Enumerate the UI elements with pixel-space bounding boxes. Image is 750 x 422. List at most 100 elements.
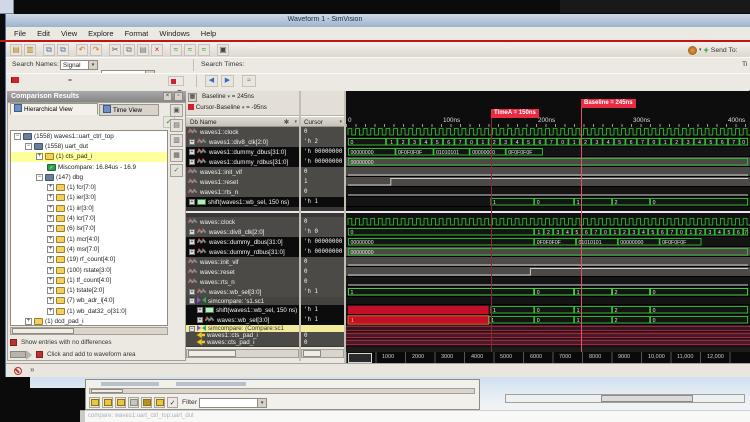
expand-icon[interactable]: +	[189, 289, 195, 295]
add-icon[interactable]: +	[704, 45, 709, 55]
comparison-panel-title[interactable]: Comparison Results	[7, 91, 186, 102]
wave-row-none[interactable]	[346, 297, 750, 305]
tree-item[interactable]: +(4) msr[7:0]	[11, 244, 167, 254]
palette-tool-icon[interactable]	[115, 397, 126, 408]
menu-file[interactable]: File	[14, 29, 26, 38]
signal-group-row[interactable]: −simcompare: (Compare:sc1	[186, 325, 299, 332]
palette-tool-icon[interactable]	[102, 397, 113, 408]
palette-tool-icon[interactable]	[141, 397, 152, 408]
undo-icon[interactable]: ↶	[76, 44, 88, 56]
signal-name-row[interactable]: +shift(waves1::wb_sel, 150 ns)	[186, 305, 299, 315]
tree-item[interactable]: +(1) mcr[4:0]	[11, 234, 167, 244]
db-name-column-header[interactable]: Db Name ✱ ▾	[186, 116, 299, 127]
add-bus-icon[interactable]: ≈	[184, 44, 196, 56]
names-hscrollbar[interactable]	[186, 349, 299, 358]
tree-item[interactable]: ✓Miscompare: 16.84us - 16.9	[11, 162, 167, 172]
chevron-down-icon[interactable]: ▾	[339, 117, 342, 127]
add-signal-icon[interactable]: ≈	[170, 44, 182, 56]
signal-group-row[interactable]: −simcompare: 's1.sc1	[186, 297, 299, 305]
expand-icon[interactable]: −	[189, 298, 195, 304]
signal-name-row[interactable]: waves1::reset	[186, 177, 299, 187]
palette-tool-icon[interactable]	[89, 397, 100, 408]
signal-name-row[interactable]: +waves::wb_sel[3:0]	[186, 287, 299, 297]
filter-input[interactable]: ▾	[199, 398, 267, 408]
palette-hscrollbar[interactable]	[89, 388, 475, 394]
cut-icon[interactable]: ✂	[109, 44, 121, 56]
tree-item[interactable]: +(1) tf_count[4:0]	[11, 275, 167, 285]
panel-tool-icon[interactable]: ▤	[170, 119, 183, 132]
detach-icon[interactable]: ▫	[174, 92, 183, 101]
tree-expand-icon[interactable]: +	[47, 194, 54, 201]
tree-item[interactable]: −(1558) uart_dut	[11, 141, 167, 151]
chevron-down-icon[interactable]: ▾	[294, 117, 297, 127]
panel-tool-icon[interactable]: ✓	[170, 164, 183, 177]
baseline-cursor-line[interactable]	[581, 108, 582, 352]
signal-name-row[interactable]: +waves1::dummy_rdbus[31:0]	[186, 157, 299, 167]
copy-group-icon[interactable]: ⧉	[43, 44, 55, 56]
wave-row-level[interactable]	[346, 267, 750, 277]
chevron-down-icon[interactable]: ▾	[88, 61, 97, 69]
menu-windows[interactable]: Windows	[159, 29, 189, 38]
timea-marker-flag[interactable]: TimeA = 150ns	[491, 109, 539, 118]
tree-expand-icon[interactable]: +	[36, 153, 43, 160]
signal-name-row[interactable]: waves1::rts_n	[186, 187, 299, 197]
tree-expand-icon[interactable]: −	[25, 143, 32, 150]
signal-name-row[interactable]: +waves::dummy_rdbus[31:0]	[186, 247, 299, 257]
wave-row-cmp[interactable]: 110120	[346, 315, 750, 325]
tree-item[interactable]: +(19) rf_count[4:0]	[11, 255, 167, 265]
wave-row-level[interactable]	[346, 277, 750, 287]
tree-item[interactable]: +(4) lcr[7:0]	[11, 213, 167, 223]
tree-item[interactable]: +(1) ier[3:0]	[11, 193, 167, 203]
paste-icon[interactable]: ▤	[137, 44, 149, 56]
add-group-icon[interactable]: ≈	[198, 44, 210, 56]
menu-edit[interactable]: Edit	[37, 29, 50, 38]
signal-name-row[interactable]: waves::clock	[186, 217, 299, 227]
wave-row-level[interactable]	[346, 187, 750, 197]
tree-expand-icon[interactable]: +	[47, 225, 54, 232]
timea-cursor-line[interactable]	[491, 118, 492, 352]
save-icon[interactable]: ▥	[24, 44, 36, 56]
signal-name-row[interactable]: +waves::div8_clk[2:0]	[186, 227, 299, 237]
overview-time-axis[interactable]: 10002000300040005000600070008000900010,0…	[346, 352, 750, 363]
wave-row-bus[interactable]: 00000000	[346, 247, 750, 257]
tree-expand-icon[interactable]: +	[47, 184, 54, 191]
expand-icon[interactable]: +	[189, 239, 195, 245]
signal-name-row[interactable]: +waves1::dummy_dbus[31:0]	[186, 147, 299, 157]
tree-item[interactable]: +(1) iir[3:0]	[11, 203, 167, 213]
tree-expand-icon[interactable]: +	[47, 236, 54, 243]
tree-expand-icon[interactable]: +	[47, 215, 54, 222]
palette-filter-check-icon[interactable]: ✓	[167, 397, 178, 408]
tree-expand-icon[interactable]: +	[47, 267, 54, 274]
expand-icon[interactable]: +	[189, 229, 195, 235]
tree-item[interactable]: +(1) fcr[7:0]	[11, 182, 167, 192]
names-tool-icon[interactable]: ▦	[188, 93, 197, 102]
tab-hierarchical-view[interactable]: Hierarchical View	[10, 103, 98, 115]
paste-group-icon[interactable]: ⧉	[57, 44, 69, 56]
signal-name-row[interactable]: +shift(waves1::wb_sel, 150 ns)	[186, 197, 299, 207]
wave-row-bus[interactable]: 00000000	[346, 157, 750, 167]
signal-name-row[interactable]: waves::reset	[186, 267, 299, 277]
tree-expand-icon[interactable]: −	[36, 174, 43, 181]
cursor-hscrollbar[interactable]	[301, 349, 344, 358]
expand-icon[interactable]: +	[189, 159, 195, 165]
redo-icon[interactable]: ↷	[90, 44, 102, 56]
panel-tool-icon[interactable]: ▦	[170, 149, 183, 162]
wave-row-band[interactable]	[346, 339, 750, 346]
wave-row-band[interactable]	[346, 332, 750, 339]
wave-row-level[interactable]	[346, 167, 750, 177]
menu-explore[interactable]: Explore	[88, 29, 113, 38]
wave-row-clock[interactable]	[346, 217, 750, 227]
next-edge-button[interactable]: ▶	[221, 75, 234, 87]
wave-row-level[interactable]	[346, 177, 750, 187]
tree-expand-icon[interactable]: +	[47, 287, 54, 294]
tree-item[interactable]: +(1) dcd_pad_i	[11, 316, 167, 326]
click-add-checkbox[interactable]	[36, 351, 43, 358]
palette-tool-icon[interactable]	[128, 397, 139, 408]
signal-name-row[interactable]: waves1::cts_pad_i	[186, 332, 299, 339]
copy-icon[interactable]: ⧉	[123, 44, 135, 56]
chevron-down-icon[interactable]: ▾	[257, 399, 266, 407]
wave-row-cmp[interactable]: 10120	[346, 305, 750, 315]
zoom-time-icon[interactable]: ≈	[242, 75, 256, 87]
tab-time-view[interactable]: Time View	[99, 104, 159, 116]
signal-name-row[interactable]: waves::rts_n	[186, 277, 299, 287]
